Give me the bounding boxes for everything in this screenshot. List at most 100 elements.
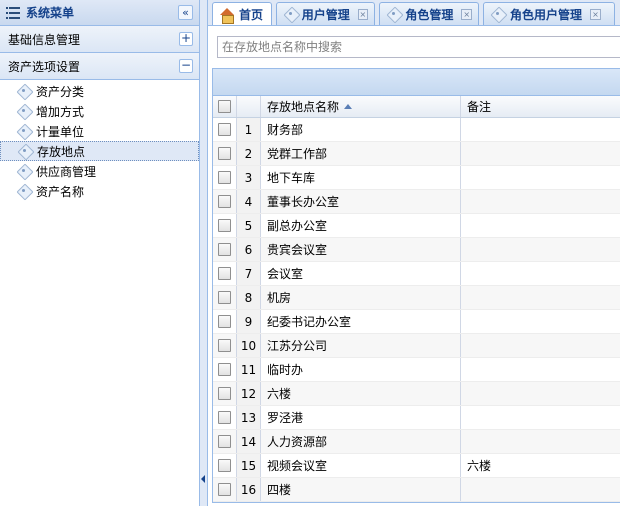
row-checkbox[interactable]: [218, 315, 231, 328]
row-select-cell: [213, 262, 237, 285]
row-select-cell: [213, 166, 237, 189]
table-row[interactable]: 9 纪委书记办公室: [213, 310, 620, 334]
note-cell: [461, 310, 620, 333]
table-row[interactable]: 15 视频会议室 六楼: [213, 454, 620, 478]
note-cell: [461, 334, 620, 357]
tree-item-label: 资产名称: [36, 184, 85, 199]
table-row[interactable]: 2 党群工作部: [213, 142, 620, 166]
row-select-cell: [213, 214, 237, 237]
row-number: 8: [237, 286, 261, 309]
tree-item-unit[interactable]: 计量单位: [0, 121, 199, 141]
row-checkbox[interactable]: [218, 171, 231, 184]
row-checkbox[interactable]: [218, 147, 231, 160]
tree-item-asset-category[interactable]: 资产分类: [0, 81, 199, 101]
table-row[interactable]: 13 罗泾港: [213, 406, 620, 430]
column-header-note[interactable]: 备注: [461, 96, 620, 117]
location-name-cell: 副总办公室: [261, 214, 461, 237]
row-checkbox[interactable]: [218, 291, 231, 304]
table-row[interactable]: 1 财务部: [213, 118, 620, 142]
row-select-cell: [213, 142, 237, 165]
row-number: 4: [237, 190, 261, 213]
note-cell: [461, 382, 620, 405]
collapse-arrow-icon[interactable]: [201, 475, 205, 483]
sidebar-splitter[interactable]: [200, 0, 208, 506]
expand-icon[interactable]: +: [179, 32, 193, 46]
row-number: 1: [237, 118, 261, 141]
row-number: 5: [237, 214, 261, 237]
row-checkbox[interactable]: [218, 411, 231, 424]
row-checkbox[interactable]: [218, 195, 231, 208]
note-cell: [461, 262, 620, 285]
table-row[interactable]: 16 四楼: [213, 478, 620, 502]
panel-asset-options[interactable]: 资产选项设置 −: [0, 53, 199, 80]
tab-label: 角色用户管理: [510, 7, 583, 22]
tree-item-label: 计量单位: [36, 124, 85, 139]
search-input[interactable]: [217, 36, 620, 58]
table-row[interactable]: 8 机房: [213, 286, 620, 310]
column-header-label: 备注: [467, 100, 492, 114]
tree-item-add-method[interactable]: 增加方式: [0, 101, 199, 121]
location-name-cell: 党群工作部: [261, 142, 461, 165]
tree-item-label: 供应商管理: [36, 164, 97, 179]
note-cell: [461, 214, 620, 237]
row-checkbox[interactable]: [218, 459, 231, 472]
tag-icon: [16, 185, 32, 197]
row-checkbox[interactable]: [218, 339, 231, 352]
grid-body: 1 财务部 2 党群工作部 3 地下车库 4 董事长办公室 5 副总办公室 6 贵宾会议室 7 会议室 8 机…: [213, 118, 620, 502]
row-select-cell: [213, 382, 237, 405]
table-row[interactable]: 11 临时办: [213, 358, 620, 382]
table-row[interactable]: 10 江苏分公司: [213, 334, 620, 358]
row-number: 14: [237, 430, 261, 453]
row-number: 6: [237, 238, 261, 261]
note-cell: [461, 166, 620, 189]
row-checkbox[interactable]: [218, 363, 231, 376]
location-name-cell: 四楼: [261, 478, 461, 501]
column-header-label: 存放地点名称: [267, 100, 340, 114]
tree-item-storage-location[interactable]: 存放地点: [0, 141, 199, 161]
row-checkbox[interactable]: [218, 123, 231, 136]
row-select-cell: [213, 238, 237, 261]
row-checkbox[interactable]: [218, 267, 231, 280]
table-row[interactable]: 12 六楼: [213, 382, 620, 406]
table-row[interactable]: 14 人力资源部: [213, 430, 620, 454]
table-row[interactable]: 5 副总办公室: [213, 214, 620, 238]
row-number: 11: [237, 358, 261, 381]
asset-options-tree: 资产分类 增加方式 计量单位 存放地点 供应商管理 资产名称: [0, 80, 199, 201]
table-row[interactable]: 7 会议室: [213, 262, 620, 286]
row-checkbox[interactable]: [218, 483, 231, 496]
tab-home[interactable]: 首页: [212, 2, 272, 25]
panel-basic-info[interactable]: 基础信息管理 +: [0, 26, 199, 53]
tree-item-supplier[interactable]: 供应商管理: [0, 161, 199, 181]
grid-toolbar: [213, 69, 620, 96]
tree-item-asset-name[interactable]: 资产名称: [0, 181, 199, 201]
table-row[interactable]: 3 地下车库: [213, 166, 620, 190]
panel-label: 资产选项设置: [8, 59, 81, 74]
collapse-sidebar-button[interactable]: «: [178, 5, 193, 20]
tab-role-management[interactable]: 角色管理 ×: [379, 2, 479, 25]
row-checkbox[interactable]: [218, 219, 231, 232]
note-cell: [461, 478, 620, 501]
table-row[interactable]: 4 董事长办公室: [213, 190, 620, 214]
row-checkbox[interactable]: [218, 387, 231, 400]
collapse-icon[interactable]: −: [179, 59, 193, 73]
row-checkbox[interactable]: [218, 435, 231, 448]
close-icon[interactable]: ×: [590, 8, 602, 20]
tab-role-user-management[interactable]: 角色用户管理 ×: [483, 2, 615, 25]
close-icon[interactable]: ×: [461, 8, 472, 20]
panel-label: 基础信息管理: [8, 32, 81, 47]
sidebar-header: 系统菜单 «: [0, 0, 199, 26]
search-bar: [208, 26, 620, 68]
tag-icon: [16, 165, 32, 177]
table-row[interactable]: 6 贵宾会议室: [213, 238, 620, 262]
column-header-name[interactable]: 存放地点名称: [261, 96, 461, 117]
select-all-checkbox[interactable]: [218, 100, 231, 113]
row-number: 12: [237, 382, 261, 405]
close-icon[interactable]: ×: [357, 8, 368, 20]
tab-user-management[interactable]: 用户管理 ×: [276, 2, 375, 25]
row-select-cell: [213, 334, 237, 357]
row-number: 7: [237, 262, 261, 285]
row-number: 2: [237, 142, 261, 165]
home-icon: [219, 7, 235, 24]
tag-icon: [16, 125, 32, 137]
row-checkbox[interactable]: [218, 243, 231, 256]
